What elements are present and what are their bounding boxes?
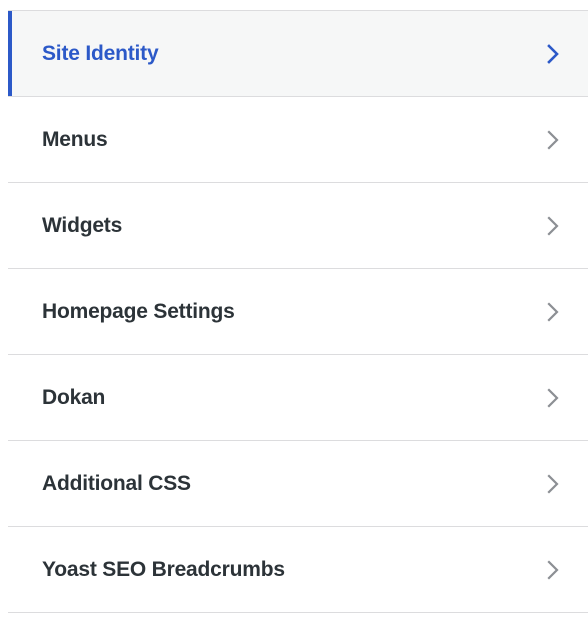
customizer-panel: Site Identity Menus Widgets Homepage Set… — [0, 0, 588, 624]
chevron-right-icon — [546, 559, 560, 581]
chevron-right-icon — [546, 215, 560, 237]
section-item-homepage-settings[interactable]: Homepage Settings — [8, 269, 588, 355]
section-label: Site Identity — [42, 41, 159, 65]
section-label: Dokan — [42, 385, 106, 409]
section-item-menus[interactable]: Menus — [8, 97, 588, 183]
section-item-widgets[interactable]: Widgets — [8, 183, 588, 269]
section-label: Additional CSS — [42, 471, 191, 495]
section-item-additional-css[interactable]: Additional CSS — [8, 441, 588, 527]
chevron-right-icon — [546, 473, 560, 495]
section-label: Yoast SEO Breadcrumbs — [42, 557, 285, 581]
active-indicator — [8, 11, 12, 96]
section-label: Menus — [42, 127, 108, 151]
chevron-right-icon — [546, 43, 560, 65]
section-item-yoast-seo-breadcrumbs[interactable]: Yoast SEO Breadcrumbs — [8, 527, 588, 613]
section-label: Widgets — [42, 213, 123, 237]
section-item-site-identity[interactable]: Site Identity — [8, 11, 588, 97]
section-label: Homepage Settings — [42, 299, 235, 323]
chevron-right-icon — [546, 129, 560, 151]
chevron-right-icon — [546, 387, 560, 409]
customizer-section-list: Site Identity Menus Widgets Homepage Set… — [8, 11, 588, 613]
section-item-dokan[interactable]: Dokan — [8, 355, 588, 441]
chevron-right-icon — [546, 301, 560, 323]
